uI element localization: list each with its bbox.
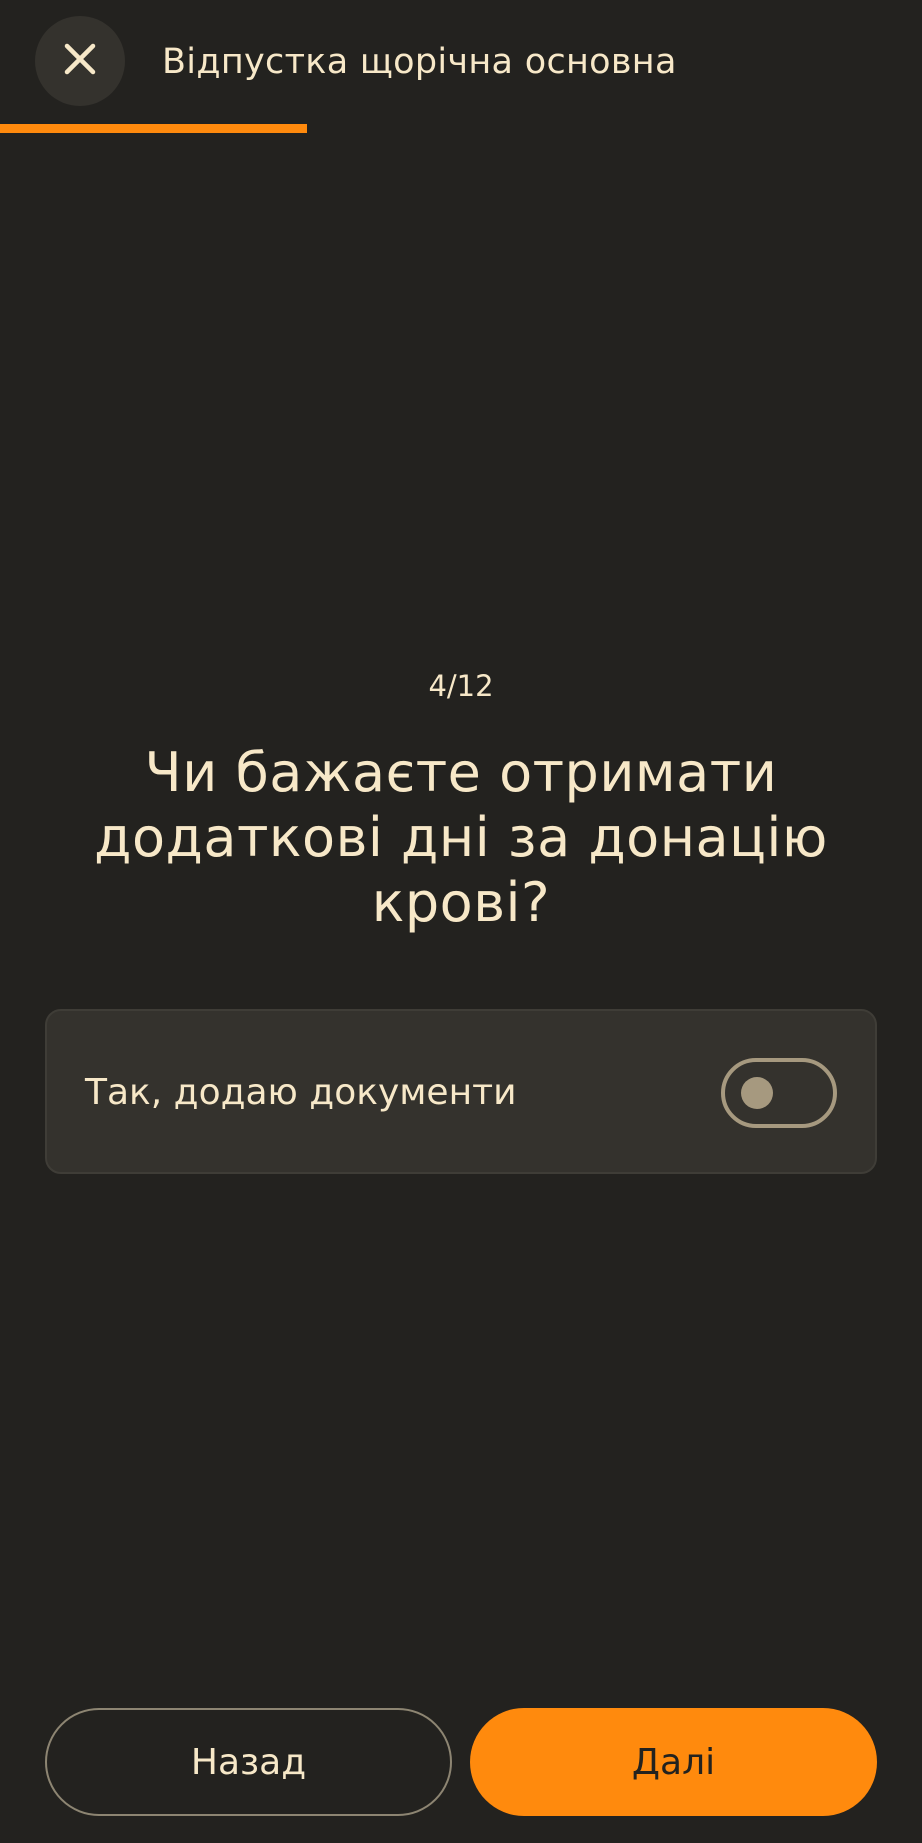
question-text: Чи бажаєте отримати додаткові дні за дон…: [94, 741, 828, 934]
option-card[interactable]: Так, додаю документи: [45, 1009, 877, 1174]
option-label: Так, додаю документи: [85, 1072, 517, 1113]
close-icon: [60, 39, 100, 83]
close-button[interactable]: [35, 16, 125, 106]
header: Відпустка щорічна основна: [0, 0, 922, 124]
next-button[interactable]: Далі: [470, 1708, 877, 1816]
page-title: Відпустка щорічна основна: [162, 42, 677, 82]
progress-bar-fill: [0, 124, 307, 133]
toggle-knob: [741, 1077, 773, 1109]
progress-bar: [0, 124, 922, 133]
toggle-switch[interactable]: [721, 1058, 837, 1128]
back-button[interactable]: Назад: [45, 1708, 452, 1816]
step-counter: 4/12: [428, 669, 494, 703]
screen: Відпустка щорічна основна 4/12 Чи бажаєт…: [0, 0, 922, 1843]
